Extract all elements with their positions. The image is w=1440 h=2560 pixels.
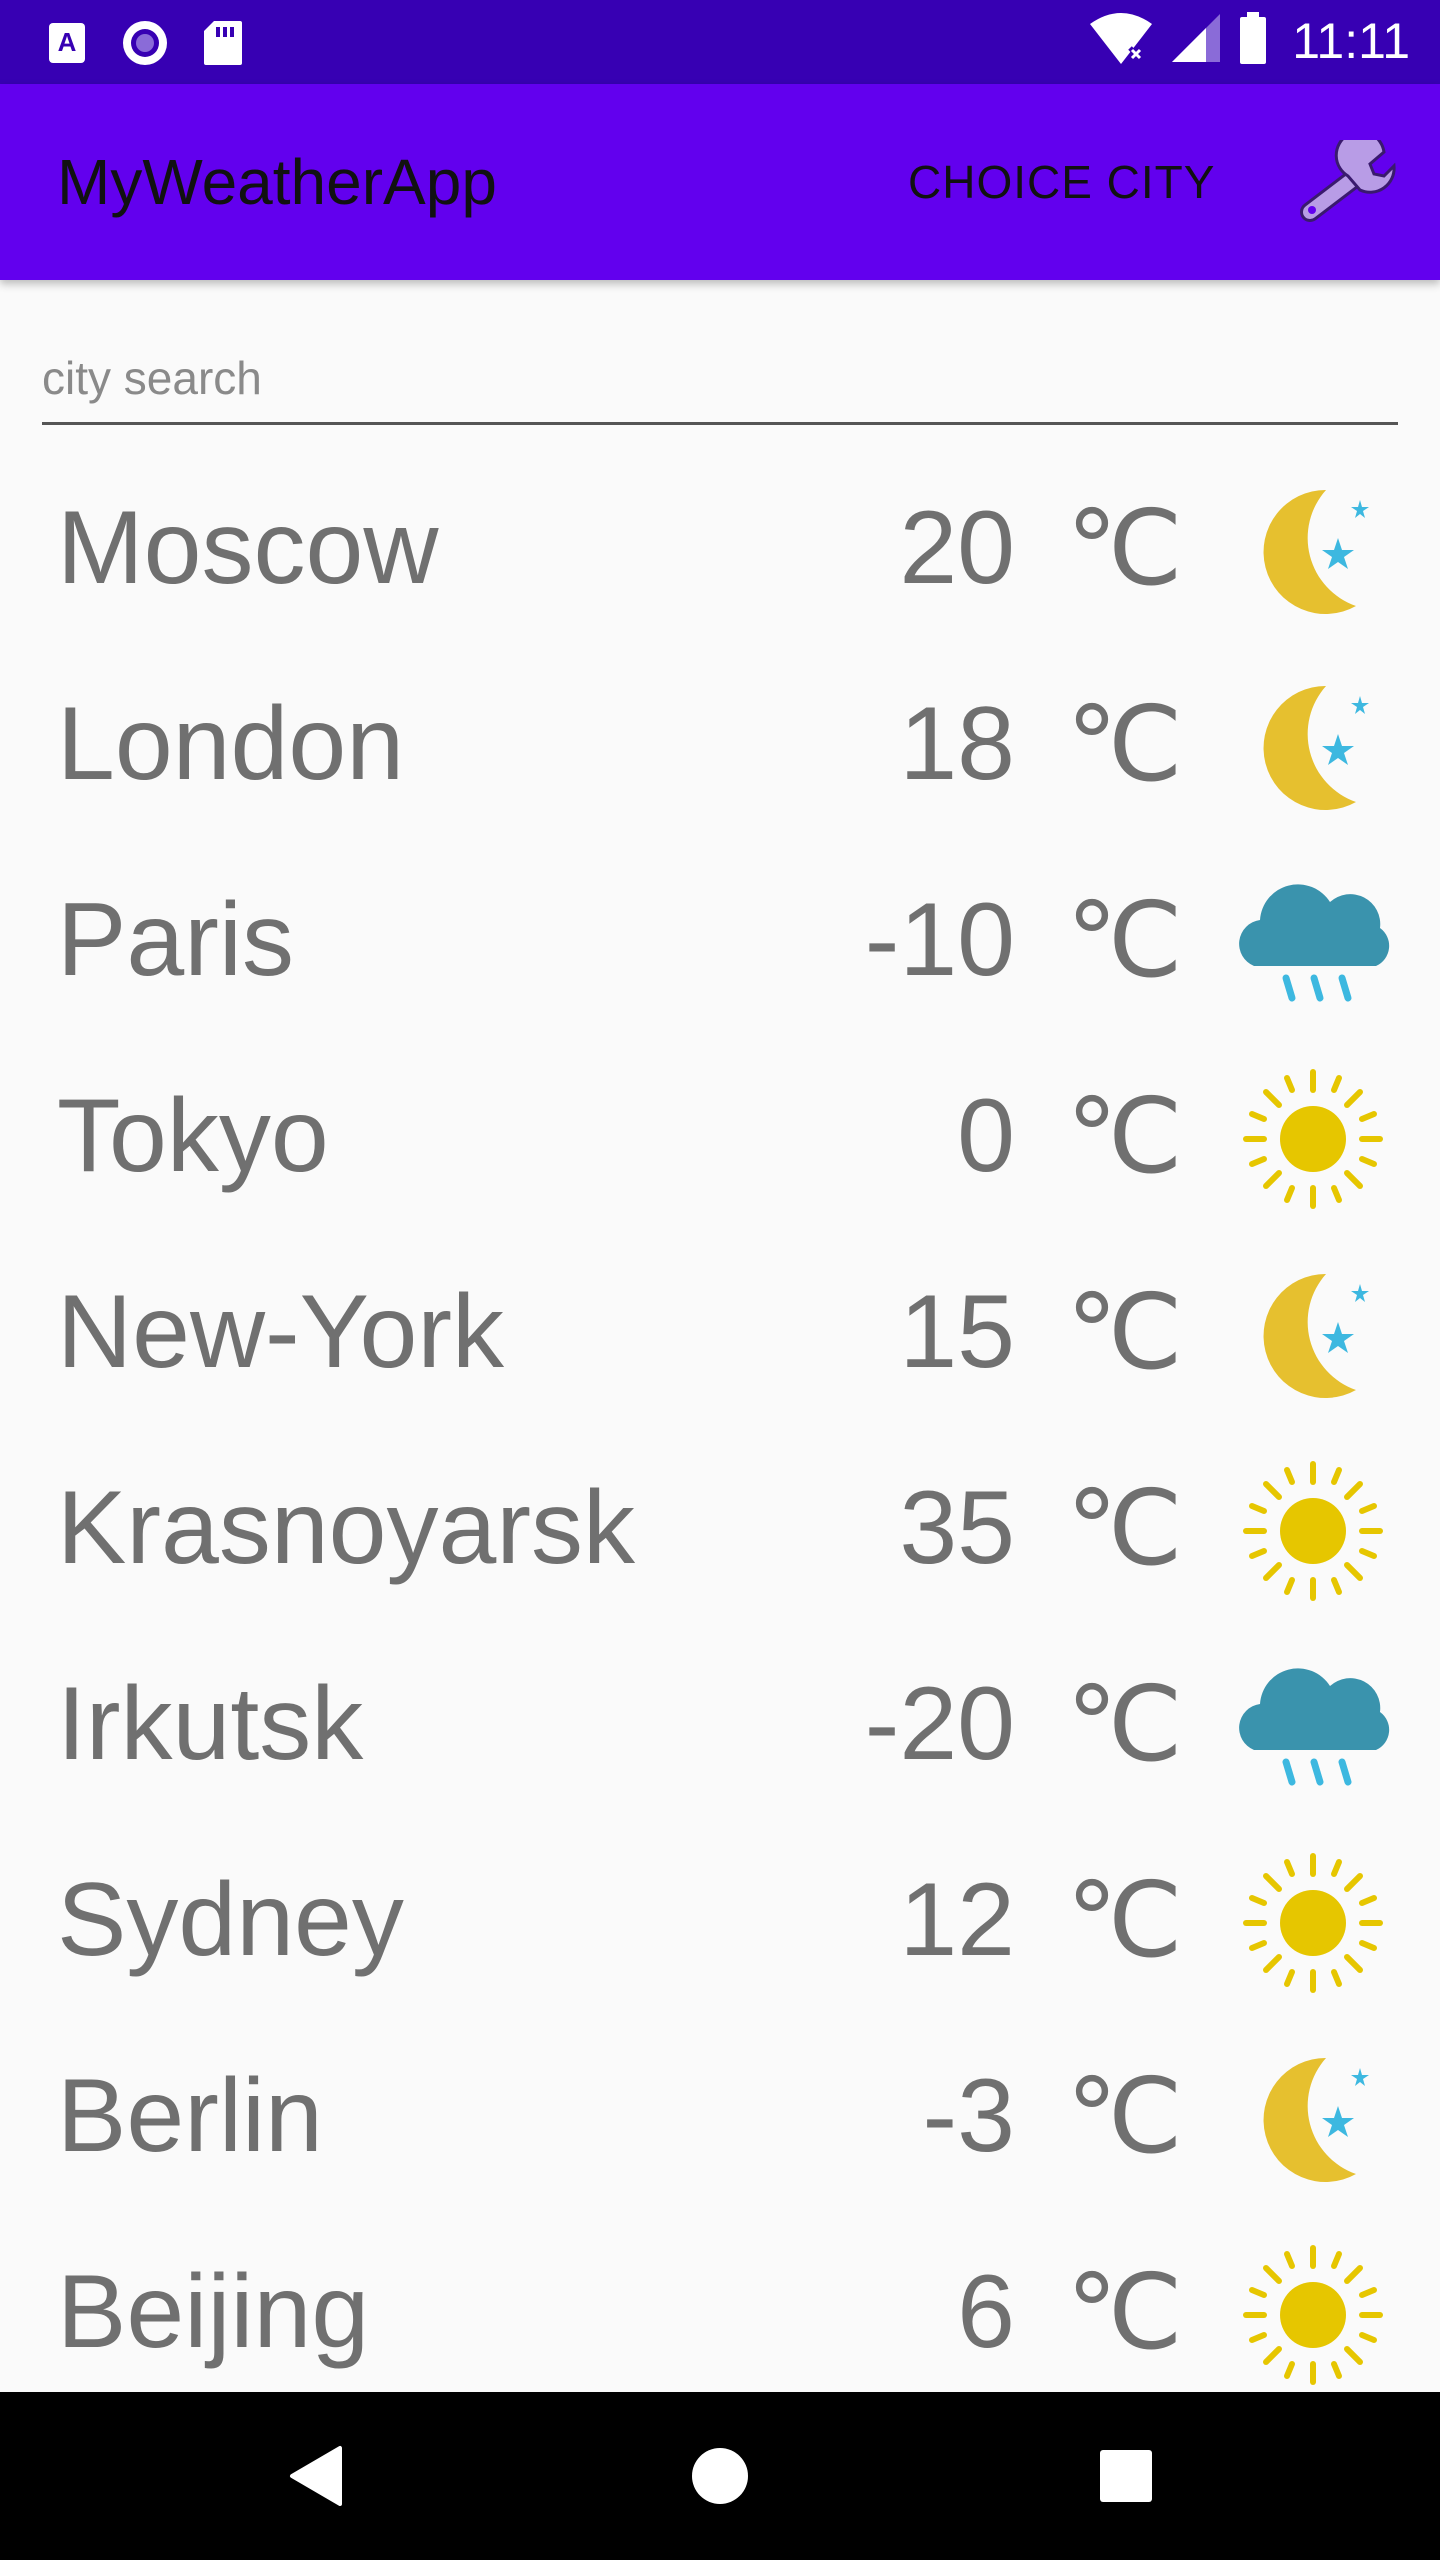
- city-name: Moscow: [57, 490, 439, 606]
- navigation-bar: [0, 2392, 1440, 2560]
- recents-button[interactable]: [1086, 2436, 1166, 2516]
- city-row-krasnoyarsk[interactable]: Krasnoyarsk 35 ℃: [0, 1430, 1440, 1626]
- city-temperature: 20: [899, 490, 1015, 606]
- city-row-beijing[interactable]: Beijing 6 ℃: [0, 2214, 1440, 2390]
- city-row-paris[interactable]: Paris -10 ℃: [0, 842, 1440, 1038]
- search-field[interactable]: [42, 338, 1398, 425]
- moon-icon: [1263, 2057, 1369, 2182]
- sd-card-icon: [196, 16, 250, 70]
- temperature-unit: ℃: [1066, 1467, 1183, 1589]
- temperature-unit: ℃: [1066, 2055, 1183, 2177]
- temperature-unit: ℃: [1066, 683, 1183, 805]
- city-temperature: 35: [899, 1470, 1015, 1586]
- city-row-new-york[interactable]: New-York 15 ℃: [0, 1234, 1440, 1430]
- city-name: Sydney: [57, 1862, 404, 1978]
- city-name: London: [57, 686, 405, 802]
- status-bar-system: 11:11: [1088, 10, 1410, 71]
- moon-icon: [1263, 1273, 1369, 1398]
- city-row-sydney[interactable]: Sydney 12 ℃: [0, 1822, 1440, 2018]
- rain-cloud-icon: [1239, 1668, 1390, 1786]
- city-name: Paris: [57, 882, 294, 998]
- sun-icon: [1243, 1069, 1383, 1209]
- city-temperature: 6: [957, 2254, 1015, 2370]
- rain-cloud-icon: [1239, 884, 1390, 1002]
- city-name: Krasnoyarsk: [57, 1470, 635, 1586]
- city-list[interactable]: Moscow 20 ℃ London 18 ℃ Paris -10 ℃ Toky…: [0, 450, 1440, 2390]
- signal-icon: [1170, 12, 1222, 69]
- temperature-unit: ℃: [1066, 2251, 1183, 2373]
- sun-icon: [1243, 1853, 1383, 1993]
- app-bar: MyWeatherApp CHOICE CITY: [0, 84, 1440, 280]
- status-bar: A 11:11: [0, 0, 1440, 84]
- city-name: Irkutsk: [57, 1666, 364, 1782]
- city-temperature: -10: [864, 882, 1015, 998]
- back-button[interactable]: [276, 2436, 356, 2516]
- sun-icon: [1243, 2245, 1383, 2385]
- sun-icon: [1243, 1461, 1383, 1601]
- temperature-unit: ℃: [1066, 1663, 1183, 1785]
- battery-icon: [1238, 10, 1268, 71]
- city-row-moscow[interactable]: Moscow 20 ℃: [0, 450, 1440, 646]
- moon-icon: [1263, 489, 1369, 614]
- city-name: Berlin: [57, 2058, 323, 2174]
- choice-city-button[interactable]: CHOICE CITY: [908, 84, 1215, 280]
- city-temperature: 12: [899, 1862, 1015, 1978]
- temperature-unit: ℃: [1066, 1859, 1183, 1981]
- city-row-london[interactable]: London 18 ℃: [0, 646, 1440, 842]
- app-title: MyWeatherApp: [57, 146, 497, 218]
- temperature-unit: ℃: [1066, 879, 1183, 1001]
- city-temperature: 18: [899, 686, 1015, 802]
- back-icon: [290, 2446, 342, 2506]
- temperature-unit: ℃: [1066, 487, 1183, 609]
- recents-icon: [1100, 2450, 1152, 2502]
- moon-icon: [1263, 685, 1369, 810]
- record-icon: [118, 16, 172, 70]
- city-temperature: 0: [957, 1078, 1015, 1194]
- home-button[interactable]: [680, 2436, 760, 2516]
- city-name: Beijing: [57, 2254, 370, 2370]
- search-input[interactable]: [42, 338, 1398, 418]
- city-temperature: -20: [864, 1666, 1015, 1782]
- city-name: Tokyo: [57, 1078, 329, 1194]
- status-time: 11:11: [1292, 12, 1410, 69]
- city-row-irkutsk[interactable]: Irkutsk -20 ℃: [0, 1626, 1440, 1822]
- temperature-unit: ℃: [1066, 1075, 1183, 1197]
- city-temperature: -3: [922, 2058, 1015, 2174]
- accessibility-icon: A: [40, 16, 94, 70]
- city-name: New-York: [57, 1274, 504, 1390]
- wifi-icon: [1088, 10, 1154, 71]
- svg-text:A: A: [58, 27, 77, 57]
- city-temperature: 15: [899, 1274, 1015, 1390]
- temperature-unit: ℃: [1066, 1271, 1183, 1393]
- status-bar-notifications: A: [40, 16, 250, 70]
- settings-button[interactable]: [1290, 140, 1400, 230]
- city-row-tokyo[interactable]: Tokyo 0 ℃: [0, 1038, 1440, 1234]
- home-icon: [692, 2448, 748, 2504]
- city-row-berlin[interactable]: Berlin -3 ℃: [0, 2018, 1440, 2214]
- wrench-icon: [1300, 140, 1396, 222]
